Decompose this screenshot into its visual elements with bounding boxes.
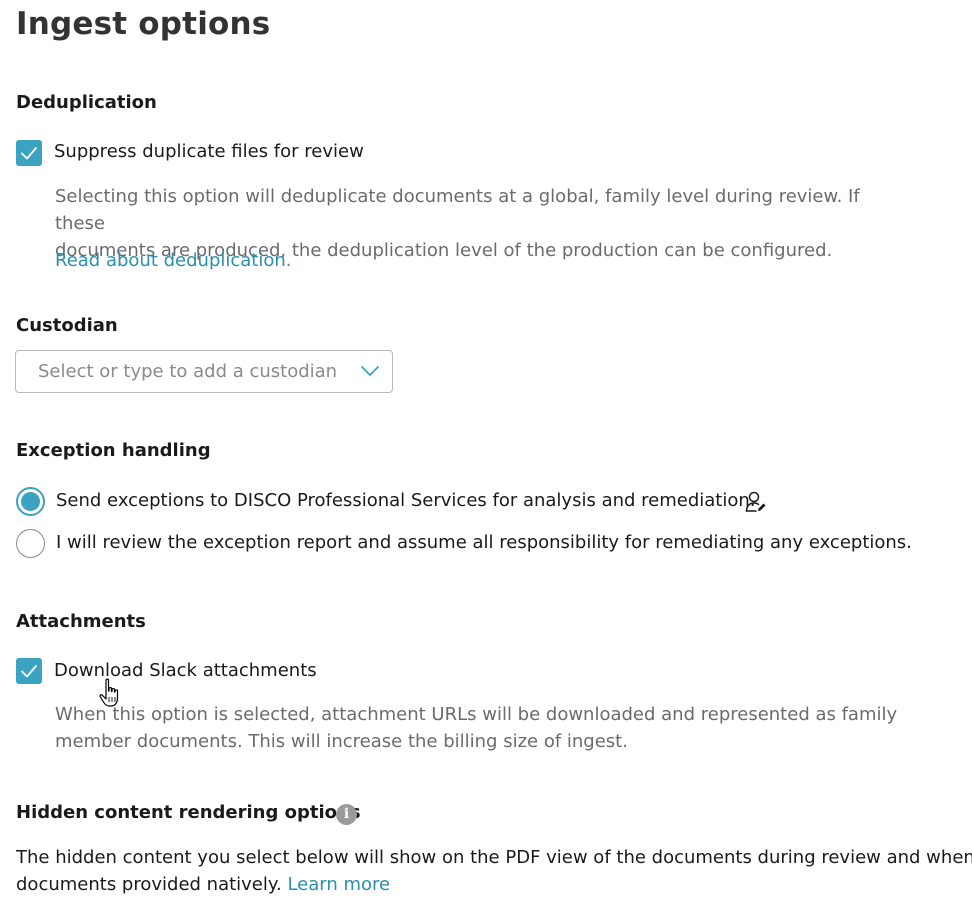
attachments-help-line-2: member documents. This will increase the…: [55, 731, 628, 752]
self-review-label[interactable]: I will review the exception report and a…: [56, 532, 912, 553]
attachments-help-text: When this option is selected, attachment…: [55, 701, 915, 755]
download-slack-attachments-checkbox[interactable]: [16, 658, 42, 684]
read-about-deduplication-link[interactable]: Read about deduplication.: [55, 250, 292, 271]
deduplication-link-row: Read about deduplication.: [55, 247, 292, 274]
hidden-content-line-1: The hidden content you select below will…: [16, 847, 972, 868]
radio-selected-dot: [21, 492, 40, 511]
hand-pointer-cursor-icon: [99, 678, 119, 707]
hidden-content-line-2: documents provided natively. Learn more: [16, 871, 972, 898]
checkmark-icon: [21, 665, 37, 678]
hidden-content-line-2-text: documents provided natively.: [16, 874, 282, 895]
person-edit-icon: [745, 491, 766, 512]
attachments-heading: Attachments: [16, 611, 146, 632]
chevron-down-icon: [361, 366, 379, 376]
custodian-heading: Custodian: [16, 315, 118, 336]
info-icon[interactable]: i: [336, 804, 357, 825]
checkmark-icon: [21, 147, 37, 160]
page-title: Ingest options: [16, 6, 271, 42]
radio-self-review[interactable]: [16, 529, 45, 558]
radio-send-exceptions[interactable]: [16, 487, 45, 516]
suppress-duplicates-checkbox[interactable]: [16, 140, 42, 166]
deduplication-help-line-1: Selecting this option will deduplicate d…: [55, 186, 860, 234]
learn-more-link[interactable]: Learn more: [287, 874, 390, 895]
deduplication-heading: Deduplication: [16, 92, 157, 113]
suppress-duplicates-label[interactable]: Suppress duplicate files for review: [54, 141, 364, 162]
attachments-help-line-1: When this option is selected, attachment…: [55, 704, 898, 725]
custodian-select[interactable]: Select or type to add a custodian: [15, 350, 393, 393]
send-exceptions-label[interactable]: Send exceptions to DISCO Professional Se…: [56, 490, 756, 511]
download-slack-attachments-label[interactable]: Download Slack attachments: [54, 660, 317, 681]
hidden-content-heading: Hidden content rendering options: [16, 802, 361, 823]
exception-handling-heading: Exception handling: [16, 440, 211, 461]
custodian-select-placeholder: Select or type to add a custodian: [38, 361, 338, 382]
hidden-content-description: The hidden content you select below will…: [16, 844, 972, 898]
